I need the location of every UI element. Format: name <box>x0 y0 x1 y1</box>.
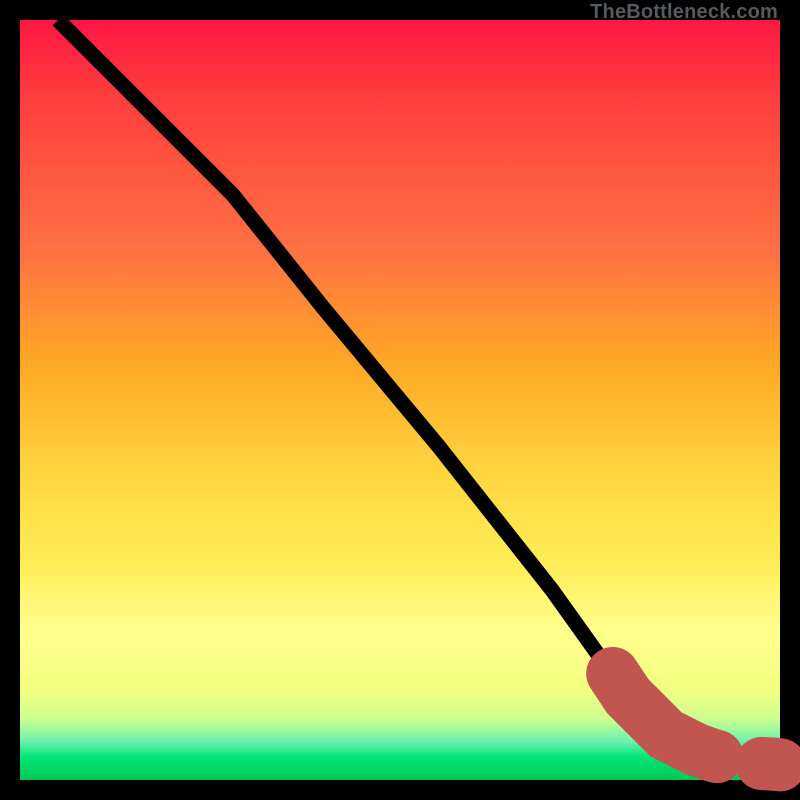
figure-root: TheBottleneck.com <box>0 0 800 800</box>
marker-dash-segment <box>613 674 780 765</box>
marker-dot <box>753 759 761 767</box>
marker-dot <box>609 669 617 677</box>
marker-cluster <box>609 669 785 769</box>
marker-dot <box>715 753 723 761</box>
marker-dot <box>776 761 784 769</box>
chart-svg <box>20 20 780 780</box>
marker-dot <box>685 742 693 750</box>
marker-dot <box>647 715 655 723</box>
main-curve <box>58 20 780 765</box>
